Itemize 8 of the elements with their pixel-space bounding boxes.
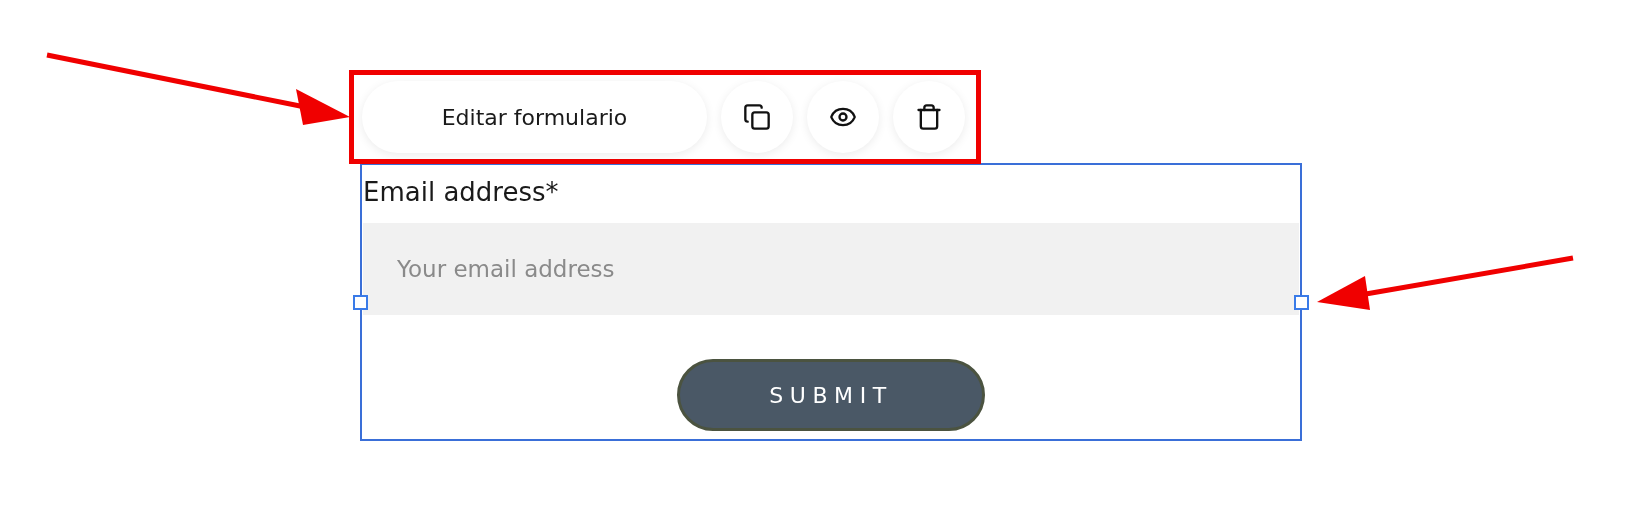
resize-handle[interactable] [1294, 295, 1309, 310]
field-label: Email address* [363, 179, 560, 205]
email-input-field[interactable]: Your email address [363, 223, 1299, 315]
submit-button[interactable]: SUBMIT [677, 359, 985, 431]
copy-icon [743, 103, 771, 131]
resize-handle[interactable] [353, 295, 368, 310]
trash-icon [915, 103, 943, 131]
edit-form-button[interactable]: Editar formulario [362, 81, 707, 153]
